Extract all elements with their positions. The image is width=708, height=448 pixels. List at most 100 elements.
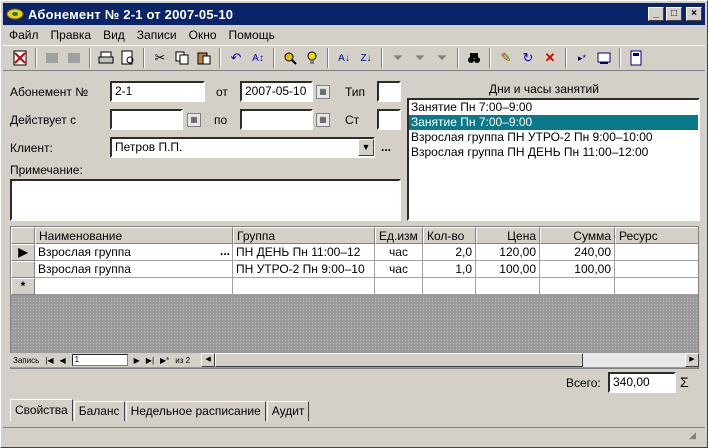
- go-new-record-icon[interactable]: ▸*: [571, 47, 593, 69]
- list-item[interactable]: Занятие Пн 7:00–9:00: [409, 100, 698, 115]
- cell-group[interactable]: ПН УТРО-2 Пн 9:00–10: [233, 261, 375, 278]
- cell-resource[interactable]: [615, 244, 698, 261]
- sort-ascending-icon[interactable]: A↓: [333, 47, 355, 69]
- cell-lookup-button[interactable]: ...: [220, 244, 230, 258]
- calendar-icon[interactable]: ▦: [187, 113, 201, 127]
- chevron-down-icon[interactable]: ▼: [358, 139, 374, 156]
- list-item[interactable]: Занятие Пн 7:00–9:00: [409, 115, 698, 130]
- new-record-nav-icon[interactable]: ▶*: [160, 356, 169, 365]
- valid-to-field[interactable]: [240, 109, 313, 130]
- calculator-icon[interactable]: [625, 47, 647, 69]
- column-header-unit[interactable]: Ед.изм: [375, 227, 423, 244]
- valid-from-field[interactable]: [110, 109, 183, 130]
- menu-file[interactable]: Файл: [3, 28, 45, 42]
- cell-resource[interactable]: [615, 261, 698, 278]
- last-record-icon[interactable]: ▶|: [146, 356, 154, 365]
- scroll-right-icon[interactable]: ▶: [685, 353, 699, 367]
- menu-view[interactable]: Вид: [97, 28, 131, 42]
- type-field[interactable]: [377, 81, 401, 102]
- cell-qty[interactable]: 1,0: [423, 261, 476, 278]
- screen-icon[interactable]: [593, 47, 615, 69]
- menu-edit[interactable]: Правка: [45, 28, 98, 42]
- replace-icon[interactable]: A↕: [247, 47, 269, 69]
- paste-icon[interactable]: [193, 47, 215, 69]
- calendar-icon[interactable]: ▦: [316, 85, 330, 99]
- binoculars-icon[interactable]: [463, 47, 485, 69]
- cell-unit[interactable]: [375, 278, 423, 295]
- sort-descending-icon[interactable]: Z↓: [355, 47, 377, 69]
- tab-weekly-schedule[interactable]: Недельное расписание: [125, 401, 266, 421]
- filter-apply-icon[interactable]: ⏷: [409, 47, 431, 69]
- list-item[interactable]: Взрослая группа ПН УТРО-2 Пн 9:00–10:00: [409, 130, 698, 145]
- cell-name[interactable]: [35, 278, 233, 295]
- filter-icon[interactable]: ⏷: [387, 47, 409, 69]
- record-number-input[interactable]: 1: [71, 354, 128, 366]
- refresh-icon[interactable]: ↻: [517, 47, 539, 69]
- column-header-qty[interactable]: Кол-во: [423, 227, 476, 244]
- maximize-button[interactable]: □: [666, 7, 682, 21]
- date-field[interactable]: 2007-05-10: [240, 81, 313, 102]
- delete-record-icon[interactable]: [9, 47, 31, 69]
- copy-icon[interactable]: [171, 47, 193, 69]
- next-record-icon[interactable]: ▶: [134, 356, 140, 365]
- schedule-list[interactable]: Занятие Пн 7:00–9:00 Занятие Пн 7:00–9:0…: [407, 98, 700, 221]
- cell-sum[interactable]: [540, 278, 615, 295]
- column-header-group[interactable]: Группа: [233, 227, 375, 244]
- scroll-thumb[interactable]: [215, 353, 584, 367]
- resize-grip-icon[interactable]: ◢: [689, 430, 701, 442]
- cell-price[interactable]: 120,00: [476, 244, 540, 261]
- cell-price[interactable]: [476, 278, 540, 295]
- undo-icon[interactable]: ↶: [225, 47, 247, 69]
- menu-window[interactable]: Окно: [183, 28, 223, 42]
- cell-group[interactable]: ПН ДЕНЬ Пн 11:00–12: [233, 244, 375, 261]
- table-row[interactable]: Взрослая группа ПН УТРО-2 Пн 9:00–10 час…: [11, 261, 698, 278]
- table-row[interactable]: ▶ Взрослая группа... ПН ДЕНЬ Пн 11:00–12…: [11, 244, 698, 261]
- prev-record-icon[interactable]: ◀: [59, 356, 65, 365]
- first-record-icon[interactable]: |◀: [45, 356, 53, 365]
- grid-disabled-icon[interactable]: [41, 47, 63, 69]
- tab-properties[interactable]: Свойства: [10, 399, 73, 421]
- cell-qty[interactable]: [423, 278, 476, 295]
- client-combo[interactable]: Петров П.П.: [110, 137, 375, 158]
- column-header-sum[interactable]: Сумма: [540, 227, 615, 244]
- row-current-marker[interactable]: ▶: [11, 244, 35, 261]
- cut-icon[interactable]: ✂: [149, 47, 171, 69]
- close-button[interactable]: ×: [686, 7, 702, 21]
- calendar-icon[interactable]: ▦: [316, 113, 330, 127]
- tab-balance[interactable]: Баланс: [73, 401, 125, 421]
- minimize-button[interactable]: _: [648, 7, 664, 21]
- cell-price[interactable]: 100,00: [476, 261, 540, 278]
- column-header-resource[interactable]: Ресурс: [615, 227, 698, 244]
- filter-clear-icon[interactable]: ⏷: [431, 47, 453, 69]
- table-row-new[interactable]: *: [11, 278, 698, 295]
- tab-audit[interactable]: Аудит: [266, 401, 310, 421]
- menu-help[interactable]: Помощь: [223, 28, 281, 42]
- new-record-icon[interactable]: ✎: [495, 47, 517, 69]
- print-icon[interactable]: [95, 47, 117, 69]
- row-selector[interactable]: [11, 261, 35, 278]
- horizontal-scrollbar[interactable]: ◀ ▶: [201, 353, 699, 367]
- cell-sum[interactable]: 100,00: [540, 261, 615, 278]
- lightbulb-icon[interactable]: [301, 47, 323, 69]
- cell-sum[interactable]: 240,00: [540, 244, 615, 261]
- cell-name[interactable]: Взрослая группа...: [35, 244, 233, 261]
- note-field[interactable]: [10, 179, 401, 221]
- column-header-price[interactable]: Цена: [476, 227, 540, 244]
- cell-unit[interactable]: час: [375, 244, 423, 261]
- menu-records[interactable]: Записи: [131, 28, 183, 42]
- cell-unit[interactable]: час: [375, 261, 423, 278]
- cell-name[interactable]: Взрослая группа: [35, 261, 233, 278]
- services-grid[interactable]: Наименование Группа Ед.изм Кол-во Цена С…: [10, 226, 699, 369]
- cell-qty[interactable]: 2,0: [423, 244, 476, 261]
- list-item[interactable]: Взрослая группа ПН ДЕНЬ Пн 11:00–12:00: [409, 145, 698, 160]
- scroll-left-icon[interactable]: ◀: [201, 353, 216, 367]
- cell-resource[interactable]: [615, 278, 698, 295]
- sum-button[interactable]: Σ: [680, 374, 689, 390]
- client-lookup-button[interactable]: ...: [381, 140, 391, 154]
- print-preview-icon[interactable]: [117, 47, 139, 69]
- cell-group[interactable]: [233, 278, 375, 295]
- abonement-number-field[interactable]: 2-1: [110, 81, 205, 102]
- find-icon[interactable]: [279, 47, 301, 69]
- st-field[interactable]: [377, 109, 401, 130]
- row-new-marker[interactable]: *: [11, 278, 35, 295]
